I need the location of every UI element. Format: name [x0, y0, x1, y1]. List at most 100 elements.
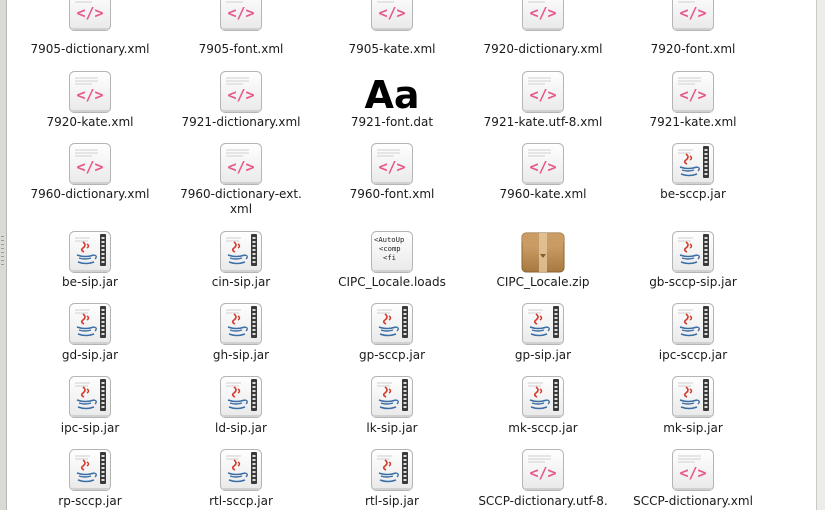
- font-file-icon: Aa: [360, 70, 424, 114]
- java-archive-icon: [671, 230, 715, 274]
- file-item[interactable]: </> 7960-font.xml: [317, 0, 467, 510]
- file-item[interactable]: gh-sip.jar: [166, 0, 316, 510]
- file-item[interactable]: ipc-sccp.jar: [618, 0, 768, 510]
- svg-text:</>: </>: [679, 4, 706, 22]
- file-item[interactable]: </> 7960-dictionary.xml: [15, 0, 165, 510]
- file-item[interactable]: </> 7905-kate.xml: [317, 0, 467, 510]
- file-item[interactable]: </> 7921-dictionary.xml: [166, 0, 316, 510]
- file-item[interactable]: cin-sip.jar: [166, 0, 316, 510]
- file-item[interactable]: </> 7960-dictionary-ext.​xml: [166, 0, 316, 510]
- java-archive-icon: [219, 302, 263, 346]
- svg-text:</>: </>: [529, 464, 556, 482]
- file-item[interactable]: </> 7920-dictionary.xml: [468, 0, 618, 510]
- xml-file-icon: </>: [68, 142, 112, 186]
- svg-text:</>: </>: [529, 86, 556, 104]
- file-item[interactable]: gd-sip.jar: [15, 0, 165, 510]
- resize-grip[interactable]: [1, 248, 4, 249]
- resize-grip[interactable]: [1, 244, 4, 245]
- resize-grip[interactable]: [1, 256, 4, 257]
- file-item[interactable]: rtl-sip.jar: [317, 0, 467, 510]
- java-archive-icon: [671, 375, 715, 419]
- file-item[interactable]: rtl-sccp.jar: [166, 0, 316, 510]
- xml-file-icon: </>: [671, 0, 715, 32]
- file-name-label: mk-sip.jar: [663, 421, 723, 435]
- file-item[interactable]: gp-sip.jar: [468, 0, 618, 510]
- file-name-label: CIPC_Locale.zip: [496, 275, 590, 289]
- svg-text:<comp: <comp: [379, 244, 401, 253]
- file-name-label: rp-sccp.jar: [58, 494, 122, 508]
- file-name-label: 7960-font.xml: [349, 187, 435, 201]
- file-item[interactable]: Aa 7921-font.dat: [317, 0, 467, 510]
- file-item[interactable]: mk-sccp.jar: [468, 0, 618, 510]
- file-item[interactable]: mk-sip.jar: [618, 0, 768, 510]
- file-name-label: 7960-kate.xml: [499, 187, 587, 201]
- file-name-label: 7921-kate.xml: [649, 115, 737, 129]
- file-item[interactable]: ipc-sip.jar: [15, 0, 165, 510]
- file-item[interactable]: be-sip.jar: [15, 0, 165, 510]
- file-item[interactable]: rp-sccp.jar: [15, 0, 165, 510]
- file-name-label: gh-sip.jar: [212, 348, 270, 362]
- resize-grip[interactable]: [1, 240, 4, 241]
- file-name-label: 7905-dictionary.xml: [30, 42, 150, 56]
- xml-file-icon: </>: [521, 70, 565, 114]
- file-item[interactable]: </> 7905-dictionary.xml: [15, 0, 165, 510]
- file-item[interactable]: gp-sccp.jar: [317, 0, 467, 510]
- java-archive-icon: [219, 230, 263, 274]
- java-archive-icon: [370, 375, 414, 419]
- xml-file-icon: </>: [671, 70, 715, 114]
- file-item[interactable]: </> 7920-font.xml: [618, 0, 768, 510]
- file-name-label: 7905-font.xml: [198, 42, 284, 56]
- file-item[interactable]: </> 7960-kate.xml: [468, 0, 618, 510]
- file-name-label: 7921-kate.utf-8.xml: [483, 115, 603, 129]
- xml-file-icon: </>: [68, 70, 112, 114]
- left-window-border: [0, 0, 7, 510]
- file-item[interactable]: <AutoUp <comp <fi CIPC_Locale.loads: [317, 0, 467, 510]
- file-item[interactable]: </> 7921-kate.utf-8.xml: [468, 0, 618, 510]
- file-name-label: CIPC_Locale.loads: [338, 275, 446, 289]
- file-name-label: ld-sip.jar: [215, 421, 267, 435]
- file-item[interactable]: </> SCCP-dictionary.utf-8.: [468, 0, 618, 510]
- xml-file-icon: </>: [219, 0, 263, 32]
- vertical-scrollbar[interactable]: [816, 0, 825, 510]
- file-name-label: be-sccp.jar: [660, 187, 726, 201]
- file-name-label: gp-sccp.jar: [358, 348, 426, 362]
- file-item[interactable]: </> 7905-font.xml: [166, 0, 316, 510]
- file-item[interactable]: CIPC_Locale.zip: [468, 0, 618, 510]
- file-item[interactable]: be-sccp.jar: [618, 0, 768, 510]
- resize-grip[interactable]: [1, 252, 4, 253]
- file-name-label: lk-sip.jar: [366, 421, 418, 435]
- file-name-label: 7921-font.dat: [350, 115, 434, 129]
- java-archive-icon: [370, 302, 414, 346]
- xml-file-icon: </>: [671, 448, 715, 492]
- resize-grip[interactable]: [1, 236, 4, 237]
- java-archive-icon: [68, 302, 112, 346]
- file-name-label: gp-sip.jar: [514, 348, 572, 362]
- file-name-label: gd-sip.jar: [61, 348, 119, 362]
- xml-file-icon: </>: [521, 448, 565, 492]
- resize-grip[interactable]: [1, 260, 4, 261]
- file-item[interactable]: gb-sccp-sip.jar: [618, 0, 768, 510]
- file-name-label: 7920-kate.xml: [46, 115, 134, 129]
- java-archive-icon: [219, 375, 263, 419]
- file-item[interactable]: lk-sip.jar: [317, 0, 467, 510]
- svg-text:</>: </>: [378, 4, 405, 22]
- file-name-label: mk-sccp.jar: [508, 421, 578, 435]
- svg-text:</>: </>: [76, 86, 103, 104]
- file-icon-view[interactable]: </> 7905-dictionary.xml </> 7905-font.xml …: [7, 0, 817, 510]
- xml-file-icon: </>: [370, 142, 414, 186]
- svg-text:Aa: Aa: [364, 73, 419, 114]
- java-archive-icon: [671, 302, 715, 346]
- java-archive-icon: [521, 302, 565, 346]
- file-name-label: be-sip.jar: [62, 275, 118, 289]
- java-archive-icon: [68, 448, 112, 492]
- file-item[interactable]: ld-sip.jar: [166, 0, 316, 510]
- xml-file-icon: </>: [521, 142, 565, 186]
- file-name-label: ipc-sccp.jar: [658, 348, 728, 362]
- file-item[interactable]: </> 7921-kate.xml: [618, 0, 768, 510]
- file-item[interactable]: </> 7920-kate.xml: [15, 0, 165, 510]
- file-name-label: gb-sccp-sip.jar: [649, 275, 737, 289]
- file-item[interactable]: </> SCCP-dictionary.xml: [618, 0, 768, 510]
- xml-file-icon: </>: [219, 70, 263, 114]
- svg-text:</>: </>: [529, 158, 556, 176]
- resize-grip[interactable]: [1, 264, 4, 265]
